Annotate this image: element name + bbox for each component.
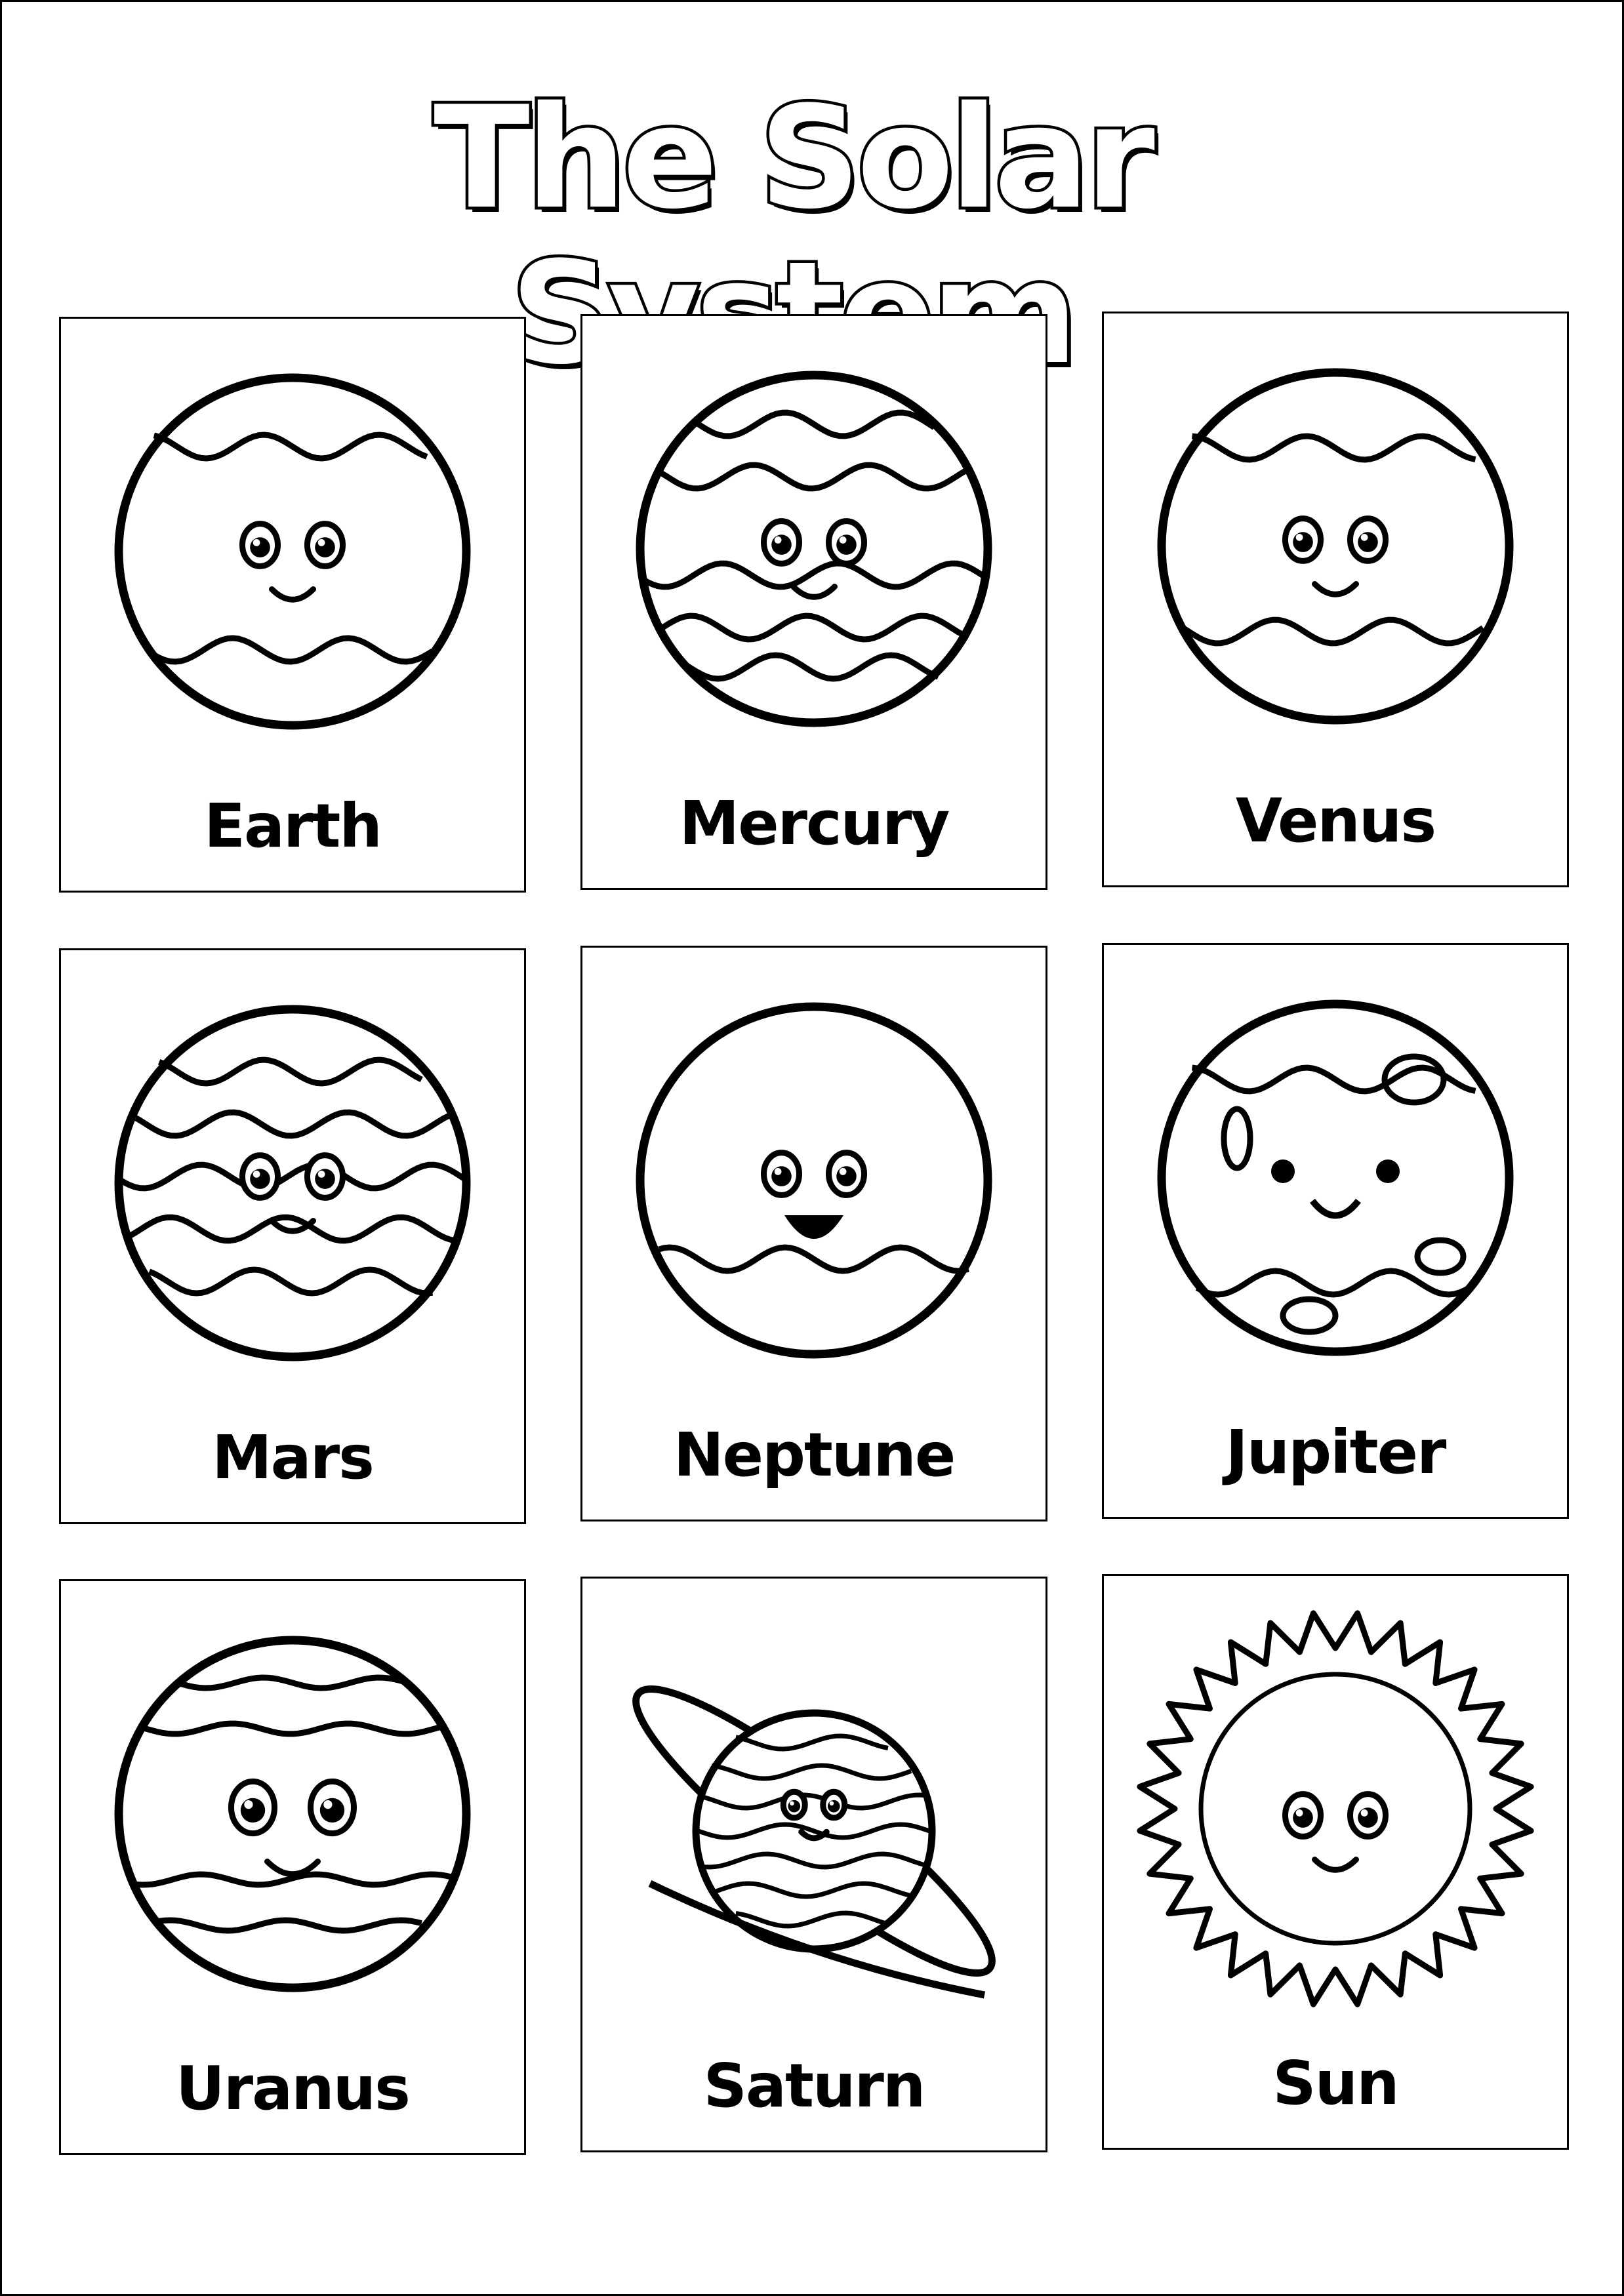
pupil-icon bbox=[1293, 532, 1313, 552]
eye-highlight-icon bbox=[253, 539, 260, 546]
card-venus: Venus bbox=[1102, 312, 1569, 887]
eye-highlight-icon bbox=[317, 539, 325, 546]
eye-highlight-icon bbox=[1360, 534, 1368, 541]
card-label: Uranus bbox=[176, 2053, 411, 2124]
eye-highlight-icon bbox=[1295, 1809, 1303, 1817]
eye-highlight-icon bbox=[1295, 534, 1303, 541]
eye-highlight-icon bbox=[774, 536, 782, 544]
card-label: Mars bbox=[212, 1422, 375, 1493]
card-sun: Sun bbox=[1102, 1574, 1569, 2150]
pupil-icon bbox=[1358, 1807, 1378, 1828]
eye-highlight-icon bbox=[829, 1801, 834, 1806]
pupil-icon bbox=[250, 537, 270, 557]
eye-highlight-icon bbox=[839, 536, 847, 544]
card-label: Jupiter bbox=[1225, 1417, 1447, 1487]
pupil-icon bbox=[836, 1166, 857, 1186]
card-label: Mercury bbox=[679, 788, 950, 858]
coloring-page: The Solar System Earth Mercury Venus Mar… bbox=[0, 0, 1624, 2296]
pupil-icon bbox=[771, 534, 792, 555]
card-mercury: Mercury bbox=[580, 314, 1047, 890]
planet-outline-icon bbox=[114, 1636, 471, 1992]
eye-highlight-icon bbox=[253, 1171, 260, 1178]
pupil-icon bbox=[1358, 532, 1378, 552]
eye-highlight-icon bbox=[839, 1168, 847, 1175]
pupil-icon bbox=[788, 1800, 801, 1813]
eye-highlight-icon bbox=[1360, 1809, 1368, 1817]
pupil-icon bbox=[319, 1798, 345, 1823]
sun-disc-icon bbox=[1198, 1672, 1472, 1946]
planet-outline-icon bbox=[114, 1005, 471, 1361]
planet-outline-icon bbox=[114, 373, 471, 730]
card-mars: Mars bbox=[59, 948, 526, 1524]
card-label: Sun bbox=[1272, 2048, 1399, 2118]
planet-outline-icon bbox=[636, 1002, 992, 1359]
eye-icon bbox=[1376, 1159, 1400, 1183]
planet-outline-icon bbox=[1157, 999, 1514, 1356]
card-label: Neptune bbox=[673, 1420, 956, 1490]
eye-highlight-icon bbox=[323, 1800, 333, 1809]
pupil-icon bbox=[240, 1798, 266, 1823]
eye-icon bbox=[1271, 1159, 1295, 1183]
eye-highlight-icon bbox=[790, 1801, 794, 1806]
eye-highlight-icon bbox=[317, 1171, 325, 1178]
card-uranus: Uranus bbox=[59, 1579, 526, 2155]
pupil-icon bbox=[1293, 1807, 1313, 1828]
card-label: Venus bbox=[1235, 786, 1436, 856]
pupil-icon bbox=[315, 537, 335, 557]
card-neptune: Neptune bbox=[580, 946, 1047, 1521]
pupil-icon bbox=[315, 1169, 335, 1189]
eye-highlight-icon bbox=[774, 1168, 782, 1175]
eye-highlight-icon bbox=[244, 1800, 253, 1809]
card-earth: Earth bbox=[59, 317, 526, 893]
pupil-icon bbox=[250, 1169, 270, 1189]
card-label: Earth bbox=[204, 791, 382, 861]
card-saturn: Saturn bbox=[580, 1577, 1047, 2152]
pupil-icon bbox=[827, 1800, 840, 1813]
planet-outline-icon bbox=[1157, 368, 1514, 725]
pupil-icon bbox=[836, 534, 857, 555]
card-label: Saturn bbox=[703, 2051, 926, 2121]
card-jupiter: Jupiter bbox=[1102, 943, 1569, 1519]
pupil-icon bbox=[771, 1166, 792, 1186]
